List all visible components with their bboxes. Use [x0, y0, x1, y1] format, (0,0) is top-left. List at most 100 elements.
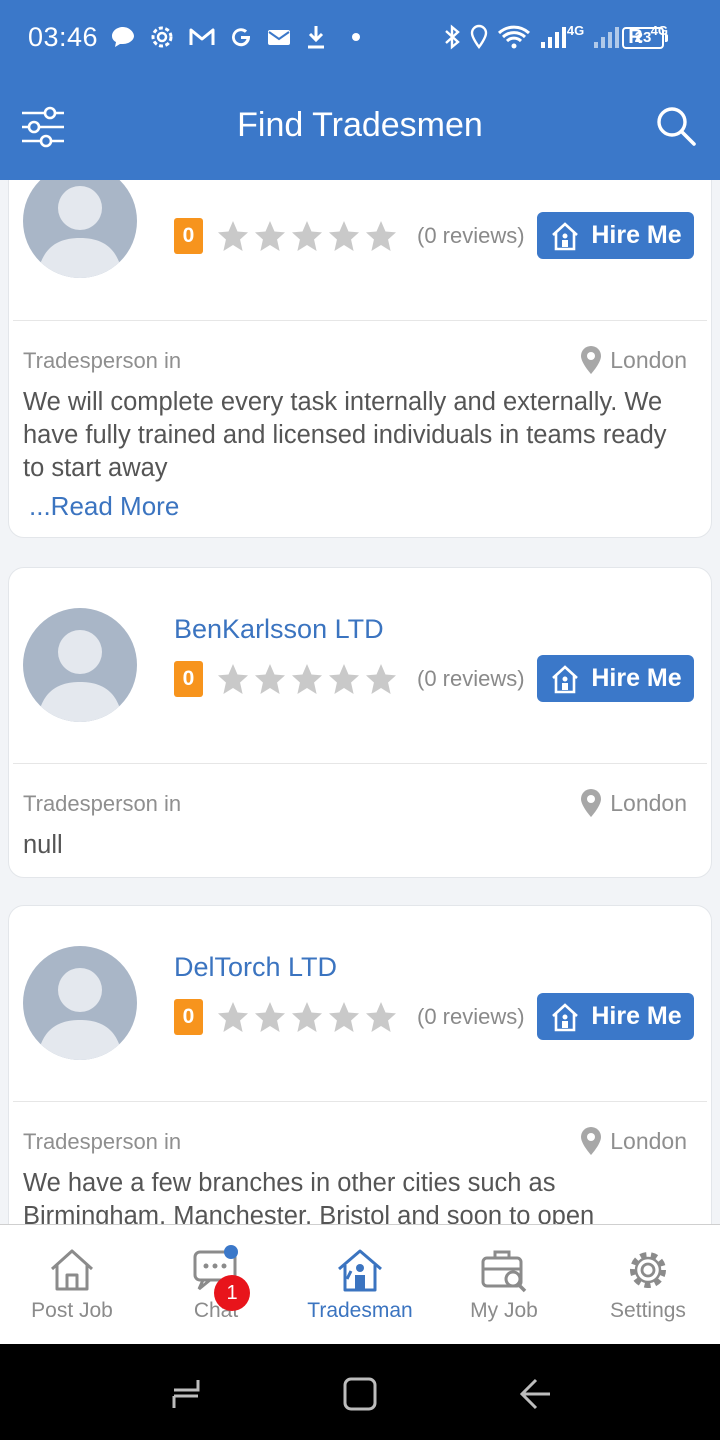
location-pin-icon: [581, 346, 602, 374]
tradesman-house-icon: [338, 1249, 382, 1292]
mail-icon: [268, 30, 290, 45]
hire-me-label: Hire Me: [591, 221, 682, 249]
download-icon: [308, 26, 324, 49]
app-bar: Find Tradesmen: [0, 76, 720, 180]
briefcase-search-icon: [481, 1250, 527, 1293]
home-icon: [50, 1249, 94, 1291]
person-placeholder-icon: [37, 968, 123, 1060]
star-icon: [255, 1002, 285, 1032]
hire-me-button[interactable]: Hire Me: [537, 212, 694, 259]
tradesman-card[interactable]: 0 (0 reviews) Hire Me Tradesperson in Lo…: [8, 180, 712, 538]
nav-tradesman[interactable]: Tradesman: [288, 1225, 432, 1345]
system-navigation-bar: [0, 1344, 720, 1440]
location-icon: [470, 24, 488, 49]
gear-icon: [630, 1252, 666, 1288]
signal-icon: [540, 27, 566, 48]
person-placeholder-icon: [37, 630, 123, 722]
star-icon: [329, 1002, 359, 1032]
tradesmen-list[interactable]: 0 (0 reviews) Hire Me Tradesperson in Lo…: [0, 180, 720, 1224]
location: London: [580, 1126, 687, 1156]
location-text: London: [610, 346, 687, 373]
nav-post-job[interactable]: Post Job: [0, 1225, 144, 1345]
location: London: [580, 788, 687, 818]
gmail-icon: [189, 28, 215, 45]
rating-row: 0 (0 reviews): [174, 997, 525, 1037]
trade-label: Tradesperson in: [23, 1129, 182, 1154]
nav-label: Tradesman: [307, 1299, 413, 1322]
star-rating: [215, 661, 399, 697]
star-icon: [255, 221, 285, 251]
description: We will complete every task internally a…: [23, 388, 667, 482]
chat-bubble-icon: [112, 27, 134, 47]
star-rating: [215, 999, 399, 1035]
location-text: London: [610, 789, 687, 816]
avatar: [23, 608, 137, 722]
description: null: [23, 831, 63, 859]
nav-label: Post Job: [31, 1299, 113, 1322]
review-count: (0 reviews): [417, 666, 525, 691]
star-icon: [292, 221, 322, 251]
avatar: [23, 180, 137, 278]
home-button-icon[interactable]: [340, 1374, 380, 1414]
star-icon: [218, 221, 248, 251]
tradesman-name[interactable]: DelTorch LTD: [174, 952, 337, 983]
tradesman-house-icon: [552, 221, 579, 250]
star-icon: [329, 664, 359, 694]
rating-row: 0 (0 reviews): [174, 216, 525, 256]
dot-icon: [352, 33, 360, 41]
hire-me-label: Hire Me: [591, 1002, 682, 1030]
battery-indicator: 23: [622, 27, 668, 49]
hire-me-label: Hire Me: [591, 664, 682, 692]
notification-icons: [110, 20, 366, 54]
location-text: London: [610, 1127, 687, 1154]
star-icon: [255, 664, 285, 694]
star-icon: [218, 1002, 248, 1032]
star-icon: [366, 221, 396, 251]
wifi-icon: [497, 25, 530, 49]
score-badge: 0: [174, 661, 203, 697]
signal-icon-2: [594, 27, 620, 48]
review-count: (0 reviews): [417, 1004, 525, 1029]
description: We have a few branches in other cities s…: [23, 1169, 595, 1224]
status-time: 03:46: [28, 22, 99, 52]
star-rating: [215, 218, 399, 254]
chat-online-dot: [224, 1245, 238, 1259]
nav-label: Settings: [610, 1299, 686, 1322]
tradesman-house-icon: [552, 1002, 579, 1031]
person-placeholder-icon: [37, 186, 123, 278]
bottom-navigation: Post Job Chat Tradesman My Job Settings: [0, 1224, 720, 1344]
nav-my-job[interactable]: My Job: [432, 1225, 576, 1345]
search-icon[interactable]: [654, 104, 698, 148]
network-type-a: 4G: [566, 22, 585, 38]
tradesman-house-icon: [552, 664, 579, 693]
star-icon: [218, 664, 248, 694]
trade-label: Tradesperson in: [23, 791, 182, 816]
settings-gear-icon: [151, 26, 173, 48]
star-icon: [366, 664, 396, 694]
nav-label: My Job: [470, 1299, 538, 1322]
card-divider: [13, 320, 707, 321]
recent-apps-icon[interactable]: [166, 1374, 206, 1414]
score-badge: 0: [174, 999, 203, 1035]
card-divider: [13, 1101, 707, 1102]
location-pin-icon: [581, 1127, 602, 1155]
location: London: [580, 345, 687, 375]
star-icon: [292, 664, 322, 694]
screen: 03:46 4G R 4G 23 Find Tradesmen 0 (0 rev…: [0, 0, 720, 1440]
rating-row: 0 (0 reviews): [174, 659, 525, 699]
tradesman-card[interactable]: DelTorch LTD 0 (0 reviews) Hire Me Trade…: [8, 905, 712, 1224]
location-pin-icon: [581, 789, 602, 817]
page-title: Find Tradesmen: [237, 106, 483, 144]
hire-me-button[interactable]: Hire Me: [537, 655, 694, 702]
score-badge: 0: [174, 218, 203, 254]
tradesman-card[interactable]: BenKarlsson LTD 0 (0 reviews) Hire Me Tr…: [8, 567, 712, 878]
read-more-link[interactable]: ...Read More: [29, 491, 179, 522]
card-divider: [13, 763, 707, 764]
trade-label: Tradesperson in: [23, 348, 182, 373]
tradesman-name[interactable]: BenKarlsson LTD: [174, 614, 384, 645]
google-icon: [232, 28, 250, 47]
back-icon[interactable]: [514, 1374, 554, 1414]
nav-settings[interactable]: Settings: [576, 1225, 720, 1345]
star-icon: [366, 1002, 396, 1032]
hire-me-button[interactable]: Hire Me: [537, 993, 694, 1040]
